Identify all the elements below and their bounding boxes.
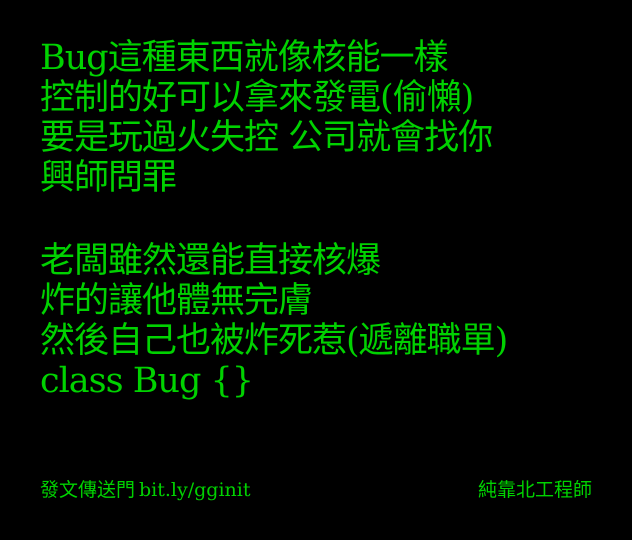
poem-line: 炸的讓他體無完膚	[40, 281, 313, 321]
poem-line: 然後自己也被炸死惹(遞離職單)	[40, 321, 508, 361]
signature: 純靠北工程師	[477, 479, 592, 501]
stanza-gap	[40, 198, 620, 241]
poem-line: Bug這種東西就像核能一樣	[40, 38, 449, 78]
poem-line: 控制的好可以拿來發電(偷懶)	[40, 78, 474, 118]
stanza-2: 老闆雖然還能直接核爆 炸的讓他體無完膚 然後自己也被炸死惹(遞離職單) clas…	[40, 241, 620, 401]
footer: 發文傳送門 bit.ly/gginit 純靠北工程師	[40, 478, 592, 502]
footer-left: 發文傳送門 bit.ly/gginit	[40, 478, 251, 502]
poem-line: 興師問罪	[40, 158, 177, 198]
poem-text: Bug這種東西就像核能一樣 控制的好可以拿來發電(偷懶) 要是玩過火失控 公司就…	[40, 38, 620, 401]
stanza-1: Bug這種東西就像核能一樣 控制的好可以拿來發電(偷懶) 要是玩過火失控 公司就…	[40, 38, 620, 198]
code-line: class Bug {}	[40, 361, 254, 401]
poem-line: 老闆雖然還能直接核爆	[40, 241, 381, 281]
portal-link[interactable]: bit.ly/gginit	[139, 478, 250, 502]
portal-label: 發文傳送門	[40, 479, 136, 501]
poem-line: 要是玩過火失控 公司就會找你	[40, 118, 493, 158]
